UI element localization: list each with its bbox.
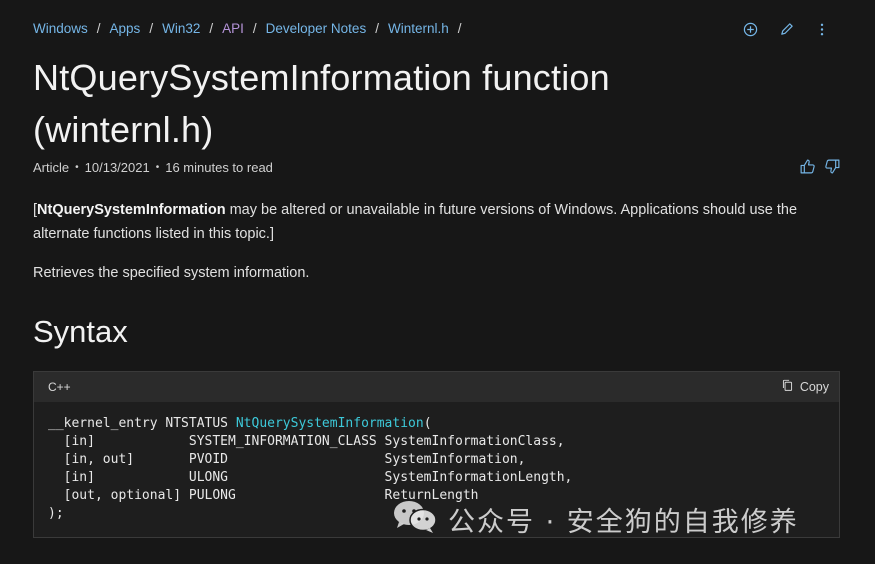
breadcrumb-separator: / [149, 21, 154, 36]
meta-separator: • [155, 162, 160, 173]
breadcrumb-item-api[interactable]: API [222, 21, 244, 36]
code-line: ); [48, 506, 64, 521]
read-time: 16 minutes to read [165, 160, 273, 175]
watermark-text: 公众号 · 安全狗的自我修养 [448, 507, 799, 538]
meta-separator: • [75, 162, 79, 173]
feedback-buttons [799, 158, 841, 180]
copy-label: Copy [799, 380, 829, 394]
breadcrumb: Windows / Apps / Win32 / API / Developer Notes / W… [33, 21, 471, 36]
breadcrumb-separator: / [252, 21, 257, 36]
breadcrumb-item-windows[interactable]: Windows [33, 21, 88, 36]
watermark: 公众号 · 安全狗的自我修养 [392, 498, 799, 541]
top-actions [741, 20, 831, 38]
thumbs-up-icon[interactable] [799, 158, 816, 180]
code-line: [in] SYSTEM_INFORMATION_CLASS SystemInfo… [48, 434, 565, 449]
code-suffix: ( [423, 416, 432, 431]
edit-pencil-icon[interactable] [777, 20, 795, 38]
description: Retrieves the specified system informati… [33, 265, 310, 281]
breadcrumb-separator: / [96, 21, 101, 36]
page-title: NtQuerySystemInformation function (winte… [33, 57, 610, 150]
deprecation-note: [NtQuerySystemInformation may be altered… [33, 198, 833, 246]
code-header: C++ Copy [34, 372, 839, 402]
breadcrumb-separator: / [375, 21, 379, 36]
article-type: Article [33, 160, 70, 175]
note-function-name: NtQuerySystemInformation [37, 202, 226, 218]
code-line: [in] ULONG SystemInformationLength, [48, 470, 573, 485]
breadcrumb-item-winternl-h[interactable]: Winternl.h [388, 21, 449, 36]
code-language: C++ [48, 380, 71, 394]
thumbs-down-icon[interactable] [824, 158, 841, 180]
wechat-icon [392, 498, 438, 541]
breadcrumb-item-apps[interactable]: Apps [110, 21, 141, 36]
breadcrumb-item-developer-notes[interactable]: Developer Notes [266, 21, 367, 36]
code-prefix: __kernel_entry NTSTATUS [48, 416, 236, 431]
article-meta: Article • 10/13/2021 • 16 minutes to rea… [33, 160, 273, 175]
copy-icon [781, 379, 794, 395]
code-function-name: NtQuerySystemInformation [235, 416, 424, 431]
breadcrumb-item-win32[interactable]: Win32 [162, 21, 200, 36]
article-date: 10/13/2021 [84, 160, 150, 175]
syntax-heading: Syntax [33, 314, 128, 349]
code-line: [in, out] PVOID SystemInformation, [48, 452, 526, 467]
breadcrumb-separator: / [209, 21, 214, 36]
more-options-icon[interactable] [813, 20, 831, 38]
add-collection-icon[interactable] [741, 20, 759, 38]
breadcrumb-separator: / [457, 21, 462, 36]
copy-button[interactable]: Copy [781, 379, 829, 395]
